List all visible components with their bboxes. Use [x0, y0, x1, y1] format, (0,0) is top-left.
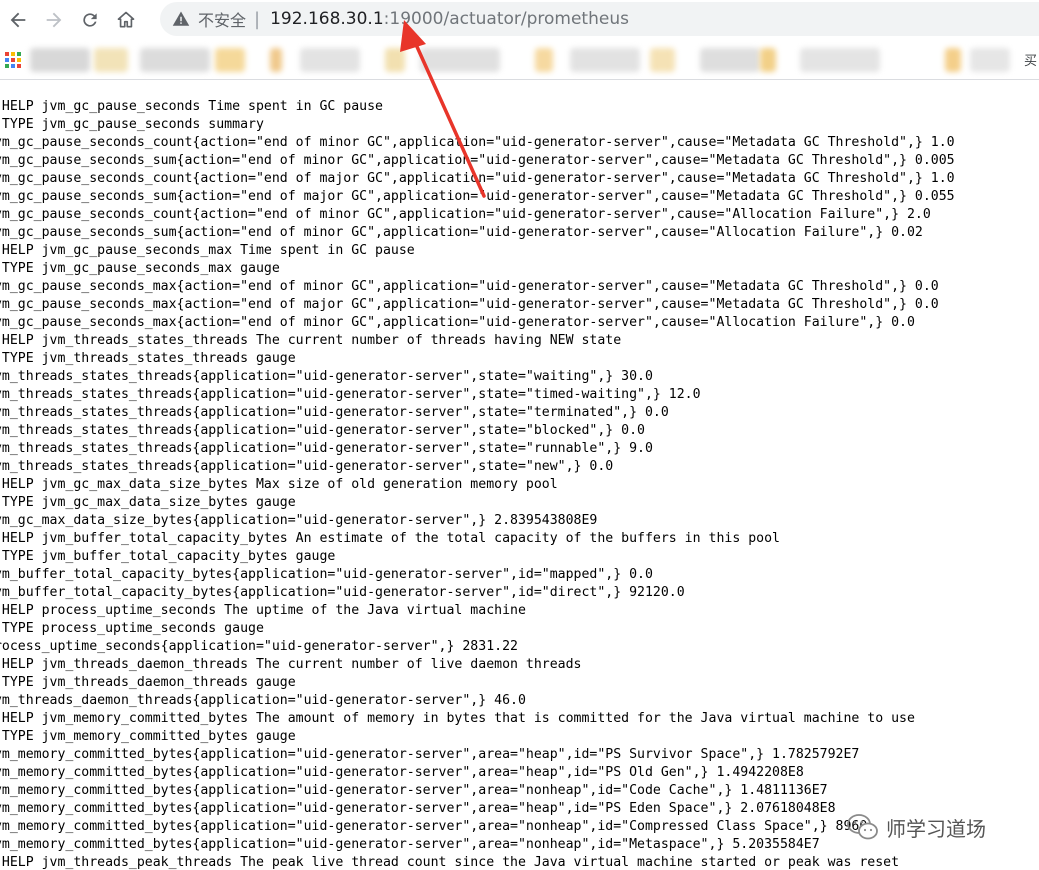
metric-sample-line: jvm_buffer_total_capacity_bytes{applicat…	[0, 567, 653, 582]
metric-sample-line: jvm_memory_committed_bytes{application="…	[0, 801, 836, 816]
metric-sample-line: process_uptime_seconds{application="uid-…	[0, 639, 518, 654]
arrow-left-icon	[10, 12, 26, 28]
bookmark-item[interactable]	[535, 48, 553, 72]
bookmark-item[interactable]	[215, 48, 245, 72]
bookmark-item[interactable]	[140, 48, 210, 72]
metric-comment-line: # HELP process_uptime_seconds The uptime…	[0, 603, 526, 618]
metric-sample-line: jvm_gc_pause_seconds_sum{action="end of …	[0, 225, 923, 240]
reload-button[interactable]	[72, 2, 108, 38]
metric-comment-line: # TYPE jvm_threads_daemon_threads gauge	[0, 675, 296, 690]
home-icon	[117, 11, 135, 28]
metric-comment-line: # HELP jvm_memory_committed_bytes The am…	[0, 711, 915, 726]
bookmark-item[interactable]	[800, 48, 880, 72]
metric-sample-line: jvm_threads_states_threads{application="…	[0, 459, 614, 474]
bookmarks-bar: 买	[0, 40, 1039, 80]
metric-sample-line: jvm_threads_states_threads{application="…	[0, 441, 653, 456]
forward-button[interactable]	[36, 2, 72, 38]
warning-triangle-icon[interactable]	[172, 10, 190, 28]
metric-sample-line: jvm_memory_committed_bytes{application="…	[0, 837, 820, 852]
reload-icon	[83, 13, 97, 27]
metrics-text: # HELP jvm_gc_pause_seconds Time spent i…	[0, 98, 955, 870]
apps-grid-icon[interactable]	[5, 52, 21, 68]
back-button[interactable]	[0, 2, 36, 38]
bookmark-item[interactable]	[30, 48, 90, 72]
metric-comment-line: # HELP jvm_threads_daemon_threads The cu…	[0, 657, 582, 672]
bookmark-item[interactable]	[385, 48, 405, 72]
metric-sample-line: jvm_threads_states_threads{application="…	[0, 405, 669, 420]
metric-sample-line: jvm_memory_committed_bytes{application="…	[0, 765, 804, 780]
metric-sample-line: jvm_gc_pause_seconds_sum{action="end of …	[0, 153, 955, 168]
metric-comment-line: # TYPE jvm_threads_states_threads gauge	[0, 351, 296, 366]
metric-sample-line: jvm_gc_pause_seconds_max{action="end of …	[0, 315, 915, 330]
metric-sample-line: jvm_gc_max_data_size_bytes{application="…	[0, 513, 598, 528]
bookmark-item[interactable]	[700, 48, 760, 72]
metric-comment-line: # HELP jvm_buffer_total_capacity_bytes A…	[0, 531, 780, 546]
address-bar[interactable]: 不安全 | 192.168.30.1:19000/actuator/promet…	[160, 2, 1039, 36]
metric-comment-line: # TYPE jvm_gc_pause_seconds summary	[0, 117, 264, 132]
metric-sample-line: jvm_gc_pause_seconds_max{action="end of …	[0, 297, 939, 312]
metric-comment-line: # TYPE jvm_gc_max_data_size_bytes gauge	[0, 495, 296, 510]
metric-sample-line: jvm_gc_pause_seconds_max{action="end of …	[0, 279, 939, 294]
metric-comment-line: # HELP jvm_threads_states_threads The cu…	[0, 333, 622, 348]
bookmark-item[interactable]	[970, 48, 1010, 72]
metric-sample-line: jvm_threads_states_threads{application="…	[0, 369, 653, 384]
metric-comment-line: # TYPE process_uptime_seconds gauge	[0, 621, 264, 636]
metric-comment-line: # TYPE jvm_gc_pause_seconds_max gauge	[0, 261, 280, 276]
metric-sample-line: jvm_memory_committed_bytes{application="…	[0, 819, 868, 834]
metric-sample-line: jvm_buffer_total_capacity_bytes{applicat…	[0, 585, 685, 600]
metric-sample-line: jvm_gc_pause_seconds_count{action="end o…	[0, 207, 931, 222]
metric-comment-line: # HELP jvm_gc_pause_seconds Time spent i…	[0, 99, 383, 114]
metric-sample-line: jvm_memory_committed_bytes{application="…	[0, 783, 828, 798]
metric-sample-line: jvm_threads_states_threads{application="…	[0, 423, 645, 438]
page-content: # HELP jvm_gc_pause_seconds Time spent i…	[0, 81, 1039, 870]
metric-comment-line: # HELP jvm_gc_max_data_size_bytes Max si…	[0, 477, 558, 492]
home-button[interactable]	[108, 2, 144, 38]
url-host: 192.168.30.1	[270, 9, 384, 29]
bookmark-item[interactable]	[300, 48, 360, 72]
bookmarks-overflow[interactable]: 买	[1024, 50, 1037, 69]
bookmark-item[interactable]	[420, 48, 500, 72]
metric-comment-line: # TYPE jvm_memory_committed_bytes gauge	[0, 729, 296, 744]
browser-toolbar: 不安全 | 192.168.30.1:19000/actuator/promet…	[0, 0, 1039, 40]
bookmark-item[interactable]	[270, 48, 282, 72]
metric-comment-line: # TYPE jvm_buffer_total_capacity_bytes g…	[0, 549, 336, 564]
bookmark-item[interactable]	[760, 48, 776, 72]
bookmark-item[interactable]	[570, 48, 640, 72]
metric-sample-line: jvm_memory_committed_bytes{application="…	[0, 747, 860, 762]
metric-sample-line: jvm_gc_pause_seconds_count{action="end o…	[0, 135, 955, 150]
url-path: :19000/actuator/prometheus	[383, 9, 629, 29]
metric-sample-line: jvm_threads_daemon_threads{application="…	[0, 693, 526, 708]
metric-comment-line: # HELP jvm_gc_pause_seconds_max Time spe…	[0, 243, 415, 258]
metric-sample-line: jvm_gc_pause_seconds_count{action="end o…	[0, 171, 955, 186]
metric-sample-line: jvm_gc_pause_seconds_sum{action="end of …	[0, 189, 955, 204]
url-separator: |	[254, 8, 261, 30]
bookmark-item[interactable]	[945, 48, 961, 72]
arrow-right-icon	[46, 12, 62, 28]
metric-comment-line: # HELP jvm_threads_peak_threads The peak…	[0, 855, 900, 870]
security-label[interactable]: 不安全	[198, 7, 246, 31]
bookmark-item[interactable]	[94, 48, 128, 72]
metric-sample-line: jvm_threads_states_threads{application="…	[0, 387, 701, 402]
bookmark-item[interactable]	[650, 48, 675, 72]
